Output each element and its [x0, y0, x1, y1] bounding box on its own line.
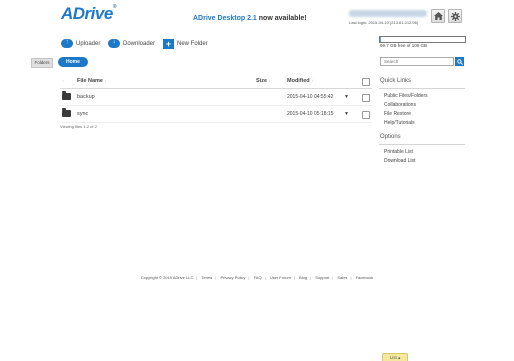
uploader-button[interactable]: Uploader	[61, 38, 101, 48]
downloader-button[interactable]: Downloader	[108, 38, 156, 48]
link-collaborations[interactable]: Collaborations	[384, 102, 416, 108]
footer-link-privacy[interactable]: Privacy Policy	[220, 275, 245, 280]
plus-icon: +	[163, 39, 174, 49]
file-name[interactable]: backup	[77, 94, 95, 100]
link-printable-list[interactable]: Printable List	[384, 149, 413, 155]
announcement-banner[interactable]: ADrive Desktop 2.1 now available!	[193, 15, 307, 22]
file-name[interactable]: sync	[77, 111, 88, 117]
gear-icon	[450, 11, 460, 21]
row-menu-dropdown-icon[interactable]: ▼	[344, 111, 349, 117]
row-menu-dropdown-icon[interactable]: ▼	[344, 94, 349, 100]
file-table-header: ↕ File Name ↕ Size ↕ Modified ↕	[60, 74, 372, 89]
sort-icon[interactable]: ↕	[62, 78, 64, 84]
quota-fill	[380, 37, 381, 42]
home-button[interactable]	[431, 9, 445, 23]
folder-icon	[62, 108, 71, 117]
table-row[interactable]: sync 2015-04-10 05:18:15 ▼	[60, 106, 372, 123]
footer-link-faq[interactable]: FAQ	[254, 275, 262, 280]
user-email-redacted	[349, 10, 427, 17]
footer-link-support[interactable]: Support	[315, 275, 329, 280]
search-input[interactable]	[380, 57, 454, 66]
uploader-label: Uploader	[76, 40, 101, 47]
downloader-label: Downloader	[123, 40, 156, 47]
quota-text: 99.7 GB free of 100 GB	[380, 43, 428, 48]
folder-icon	[62, 91, 71, 100]
announcement-product[interactable]: ADrive Desktop 2.1	[193, 15, 257, 22]
table-row[interactable]: backup 2015-04-10 04:55:42 ▼	[60, 89, 372, 106]
footer-link-terms[interactable]: Terms	[201, 275, 212, 280]
search-button[interactable]	[455, 57, 464, 66]
footer-link-forum[interactable]: User Forum	[270, 275, 291, 280]
announcement-text: now available!	[258, 15, 307, 22]
home-icon	[433, 12, 443, 20]
column-file-name[interactable]: File Name ↕	[77, 78, 107, 84]
copyright: Copyright © 2015 ADrive LLC	[140, 275, 194, 280]
viewing-count: Viewing files 1-2 of 2	[60, 124, 97, 129]
last-login-text: Last login: 2015-04-10 (213.61.212.96)	[349, 20, 419, 25]
divider	[379, 144, 465, 145]
adrive-logo[interactable]: ADrive®	[61, 4, 117, 24]
quick-links-heading: Quick Links	[380, 78, 412, 84]
footer-link-sales[interactable]: Sales	[337, 275, 347, 280]
breadcrumb-home[interactable]: Home	[58, 57, 88, 67]
link-public-files[interactable]: Public Files/Folders	[384, 93, 428, 99]
cloud-upload-icon	[61, 38, 73, 48]
quota-bar	[379, 36, 466, 43]
settings-button[interactable]	[448, 9, 462, 23]
link-file-restore[interactable]: File Restore	[384, 111, 411, 117]
modified-date: 2015-04-10 04:55:42	[287, 94, 334, 100]
folders-button[interactable]: Folders	[31, 58, 53, 68]
link-download-list[interactable]: Download List	[384, 158, 415, 164]
new-folder-button[interactable]: + New Folder	[163, 39, 208, 49]
row-checkbox[interactable]	[362, 111, 370, 119]
divider	[379, 88, 465, 89]
footer-link-blog[interactable]: Blog	[299, 275, 307, 280]
column-size[interactable]: Size ↕	[256, 78, 271, 84]
column-modified[interactable]: Modified ↕	[287, 78, 313, 84]
cloud-download-icon	[108, 38, 120, 48]
footer-link-facebook[interactable]: Facebook	[356, 275, 374, 280]
search-icon	[456, 58, 463, 65]
row-checkbox[interactable]	[362, 94, 370, 102]
new-folder-label: New Folder	[177, 41, 208, 47]
link-help-tutorials[interactable]: Help/Tutorials	[384, 120, 415, 126]
modified-date: 2015-04-10 05:18:15	[287, 111, 334, 117]
options-heading: Options	[380, 134, 401, 140]
select-all-checkbox[interactable]	[362, 78, 370, 86]
footer: Copyright © 2015 ADrive LLC | Terms | Priv…	[140, 275, 374, 280]
